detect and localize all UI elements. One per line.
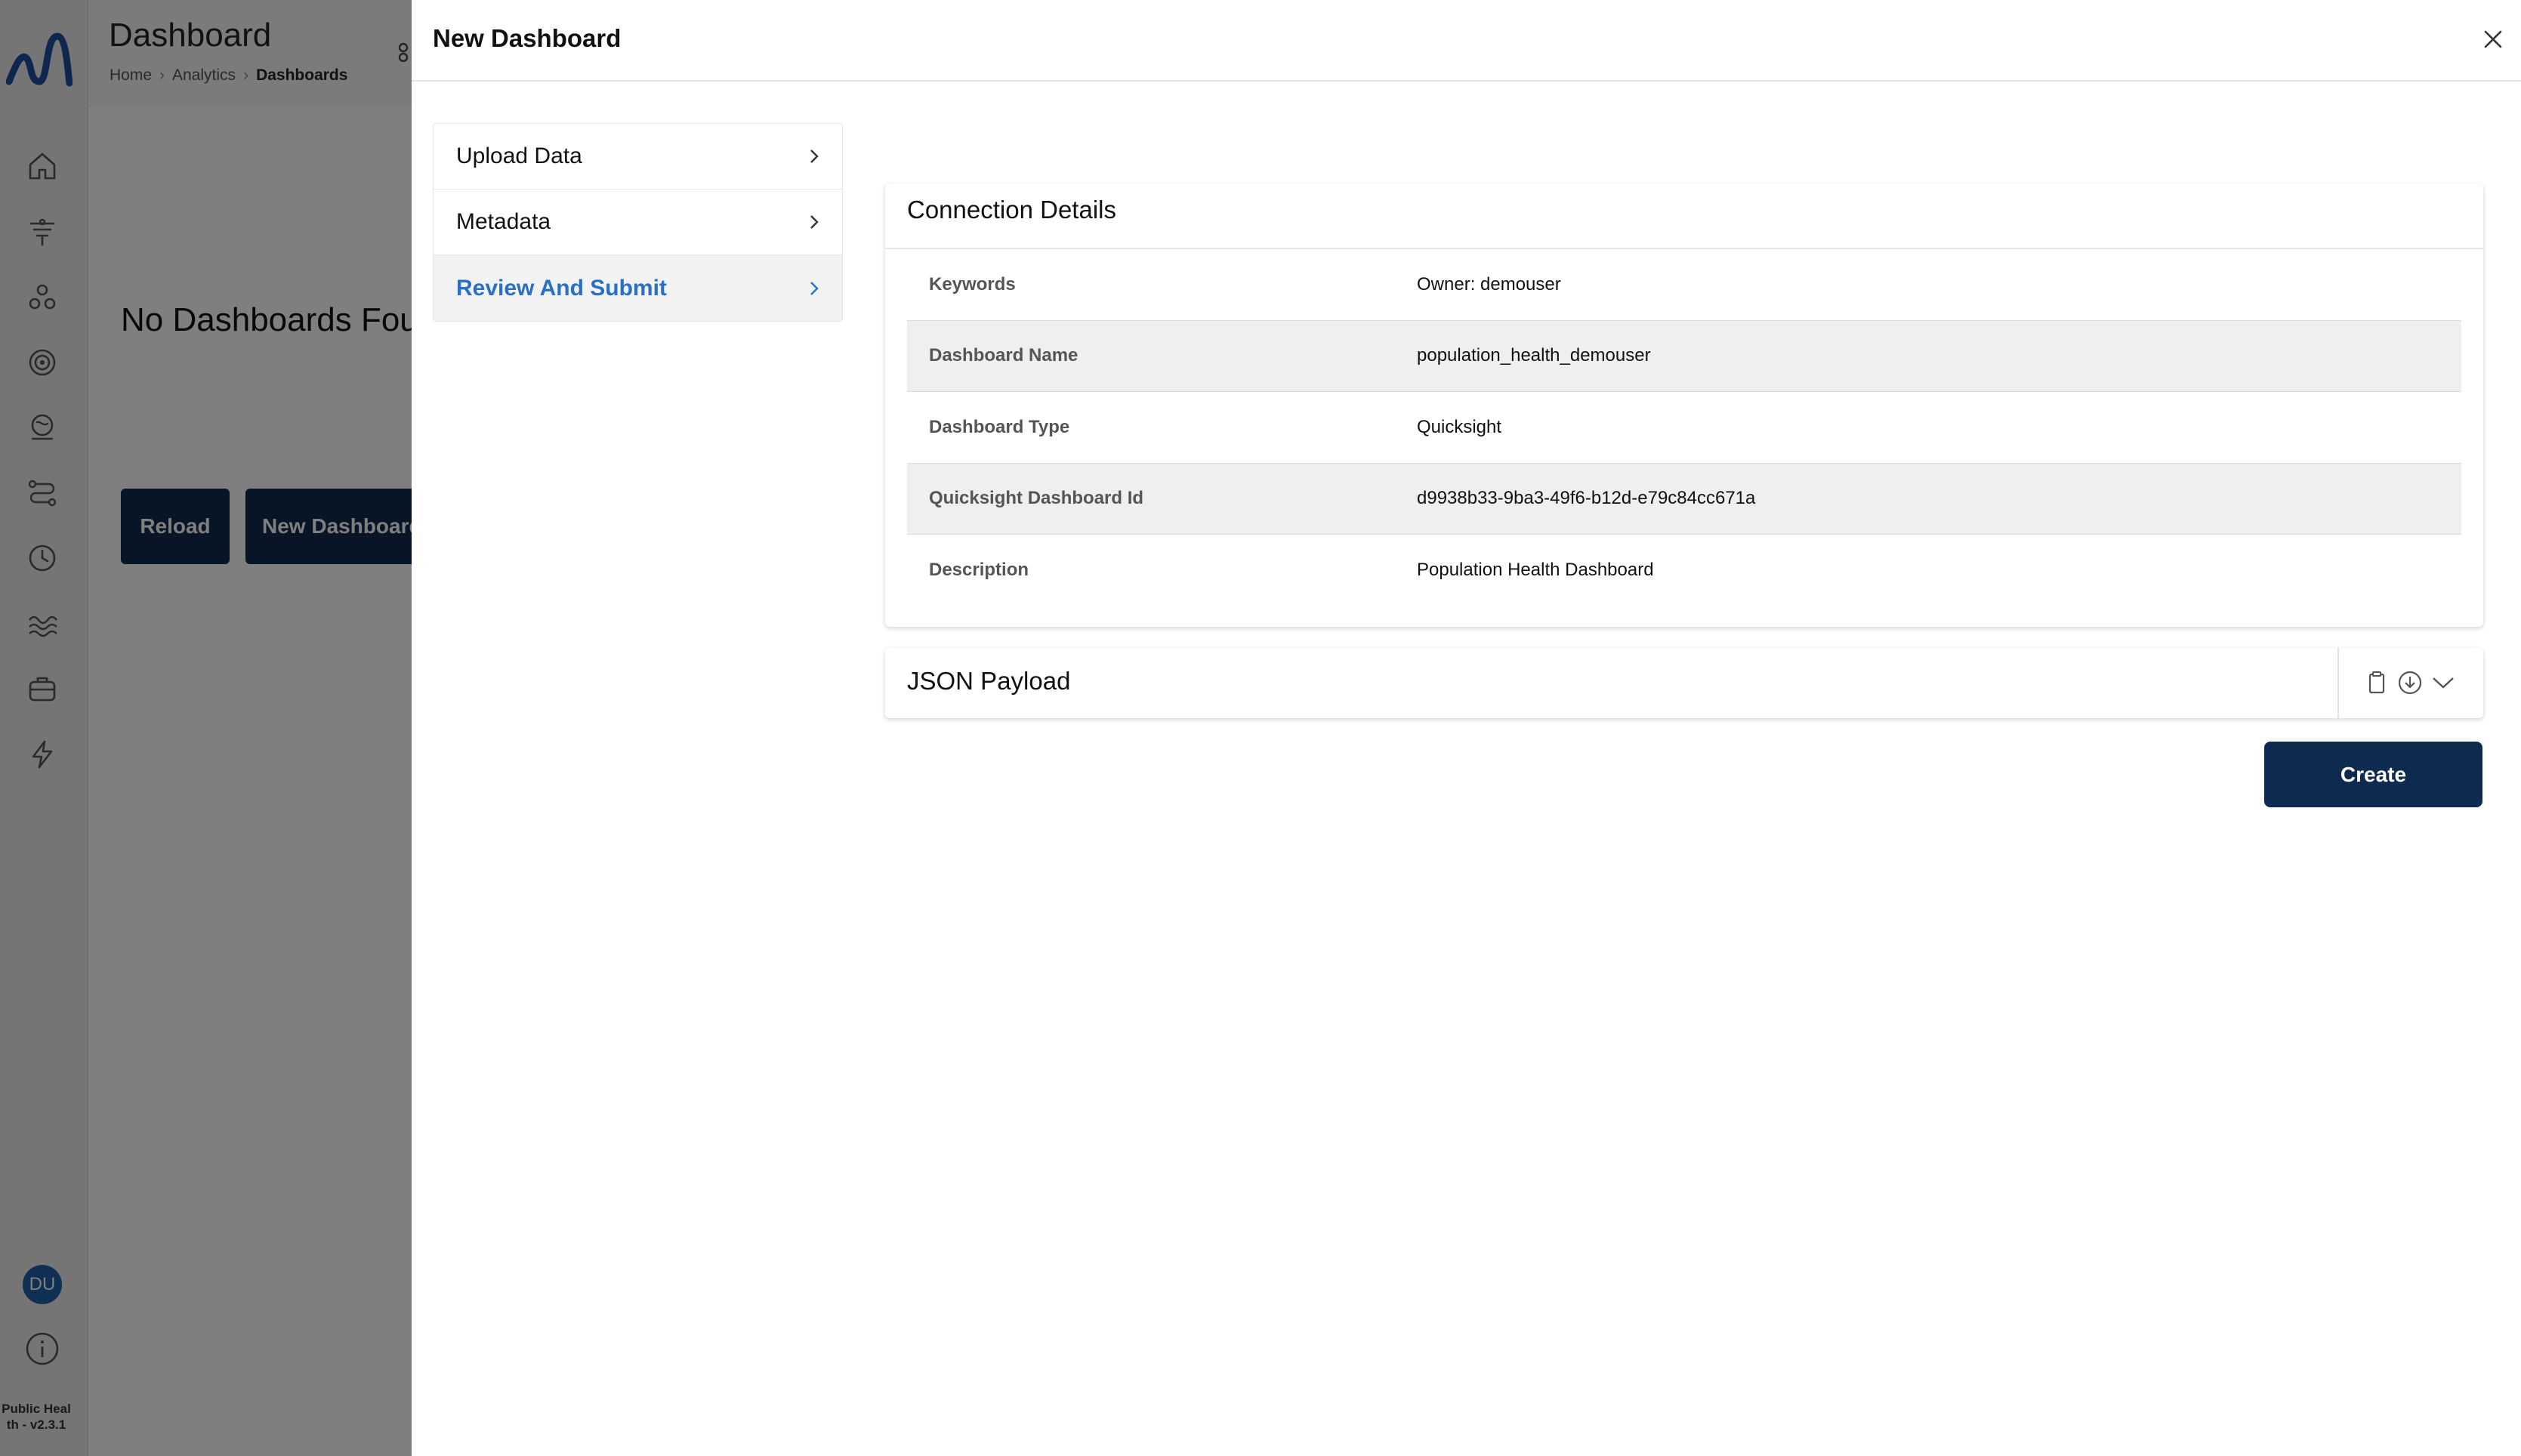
drawer-header: New Dashboard: [412, 0, 2521, 82]
divider: [2337, 648, 2339, 718]
drawer-title: New Dashboard: [433, 24, 622, 52]
step-label: Upload Data: [456, 143, 582, 168]
card-title: Connection Details: [907, 196, 1116, 224]
json-payload-title: JSON Payload: [907, 667, 1071, 695]
row-value: Owner: demouser: [1417, 273, 1561, 295]
step-review-and-submit[interactable]: Review And Submit: [434, 255, 842, 321]
row-value: population_health_demouser: [1417, 345, 1651, 366]
json-payload-panel[interactable]: JSON Payload: [885, 648, 2483, 718]
chevron-right-icon: [810, 150, 819, 163]
row-value: d9938b33-9ba3-49f6-b12d-e79c84cc671a: [1417, 488, 1756, 509]
row-key: Quicksight Dashboard Id: [929, 488, 1144, 509]
step-metadata[interactable]: Metadata: [434, 190, 842, 255]
table-row: Keywords Owner: demouser: [907, 249, 2461, 321]
table-row: Dashboard Type Quicksight: [907, 392, 2461, 464]
row-key: Keywords: [929, 273, 1016, 295]
step-upload-data[interactable]: Upload Data: [434, 124, 842, 190]
wizard-steps: Upload Data Metadata Review And Submit: [433, 123, 843, 322]
table-row: Dashboard Name population_health_demouse…: [907, 320, 2461, 392]
row-value: Quicksight: [1417, 416, 1502, 437]
row-key: Description: [929, 560, 1029, 581]
download-icon[interactable]: [2397, 669, 2423, 696]
table-row: Description Population Health Dashboard: [907, 535, 2461, 606]
modal-backdrop[interactable]: [0, 0, 412, 1456]
row-value: Population Health Dashboard: [1417, 560, 1654, 581]
chevron-right-icon: [810, 281, 819, 295]
copy-icon[interactable]: [2364, 669, 2390, 696]
connection-details-card: Connection Details Keywords Owner: demou…: [885, 184, 2483, 627]
details-table: Keywords Owner: demouser Dashboard Name …: [907, 249, 2461, 606]
new-dashboard-drawer: New Dashboard Upload Data Metadata Revie…: [412, 0, 2521, 1456]
create-button[interactable]: Create: [2264, 742, 2482, 807]
row-key: Dashboard Name: [929, 345, 1078, 366]
chevron-right-icon: [810, 215, 819, 229]
step-label: Metadata: [456, 209, 551, 234]
chevron-down-icon[interactable]: [2430, 669, 2456, 696]
table-row: Quicksight Dashboard Id d9938b33-9ba3-49…: [907, 463, 2461, 535]
row-key: Dashboard Type: [929, 416, 1070, 437]
close-icon[interactable]: [2479, 26, 2507, 53]
step-label: Review And Submit: [456, 275, 667, 301]
